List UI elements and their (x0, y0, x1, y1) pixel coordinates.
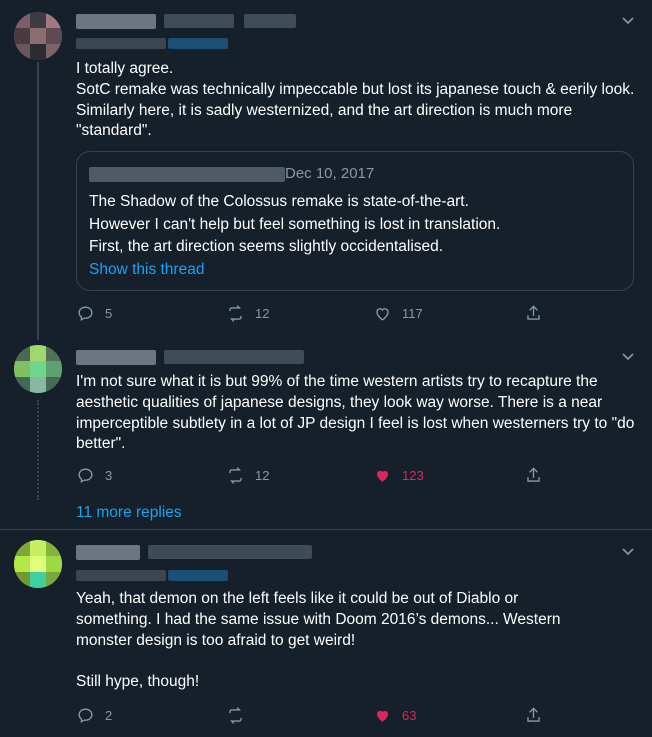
chevron-down-icon[interactable] (618, 10, 638, 30)
quoted-author-redacted (89, 167, 285, 182)
quoted-date: Dec 10, 2017 (285, 165, 375, 182)
more-replies-link[interactable]: 11 more replies (76, 504, 182, 522)
heart-icon (376, 308, 389, 321)
share-button[interactable] (524, 706, 543, 725)
author-handle-redacted (164, 14, 234, 28)
reply-count: 3 (105, 468, 113, 483)
retweet-button[interactable] (226, 706, 255, 725)
like-count: 63 (402, 708, 417, 723)
retweet-icon (229, 305, 242, 322)
reply-icon (78, 306, 93, 322)
tweet-text: I totally agree. SotC remake was technic… (76, 60, 635, 140)
tweet-text: Yeah, that demon on the left feels like … (76, 590, 561, 691)
show-this-thread-link[interactable]: Show this thread (89, 261, 204, 279)
replying-to-redacted (76, 38, 166, 49)
retweet-button[interactable]: 12 (226, 466, 269, 485)
retweet-count: 12 (255, 306, 270, 321)
share-icon (527, 305, 540, 320)
replying-to-redacted (76, 570, 166, 581)
chevron-down-icon[interactable] (618, 541, 638, 561)
replying-to-link-redacted[interactable] (168, 38, 228, 49)
heart-filled-icon (376, 470, 389, 482)
replying-to-link-redacted[interactable] (168, 570, 228, 581)
quoted-text: The Shadow of the Colossus remake is sta… (89, 193, 501, 255)
author-name-redacted (76, 545, 140, 560)
like-button[interactable]: 63 (373, 706, 416, 725)
author-name-redacted (76, 14, 156, 29)
like-count: 117 (402, 306, 423, 321)
retweet-count: 12 (255, 468, 270, 483)
author-handle-redacted (164, 350, 304, 364)
chevron-down-icon[interactable] (618, 346, 638, 366)
reply-count: 2 (105, 708, 113, 723)
avatar[interactable] (14, 345, 62, 393)
share-icon (527, 707, 540, 722)
reply-count: 5 (105, 306, 113, 321)
divider (0, 529, 652, 530)
thread-connector (37, 62, 39, 340)
timestamp-redacted (244, 14, 296, 28)
reply-icon (78, 708, 93, 724)
like-button[interactable]: 117 (373, 304, 423, 323)
quoted-tweet[interactable]: Dec 10, 2017 The Shadow of the Colossus … (76, 151, 634, 291)
retweet-icon (229, 707, 242, 724)
avatar[interactable] (14, 12, 62, 60)
author-name-redacted (76, 350, 156, 365)
thread-connector (37, 400, 41, 500)
avatar[interactable] (14, 540, 62, 588)
retweet-icon (229, 467, 242, 484)
tweet-text: I'm not sure what it is but 99% of the t… (76, 373, 635, 453)
share-button[interactable] (524, 466, 543, 485)
reply-button[interactable]: 3 (76, 466, 112, 485)
share-icon (527, 467, 540, 482)
retweet-button[interactable]: 12 (226, 304, 269, 323)
heart-filled-icon (376, 710, 389, 722)
like-button[interactable]: 123 (373, 466, 424, 485)
like-count: 123 (402, 468, 424, 483)
reply-button[interactable]: 5 (76, 304, 112, 323)
author-handle-redacted (148, 545, 312, 559)
reply-button[interactable]: 2 (76, 706, 112, 725)
reply-icon (78, 468, 93, 484)
share-button[interactable] (524, 304, 543, 323)
